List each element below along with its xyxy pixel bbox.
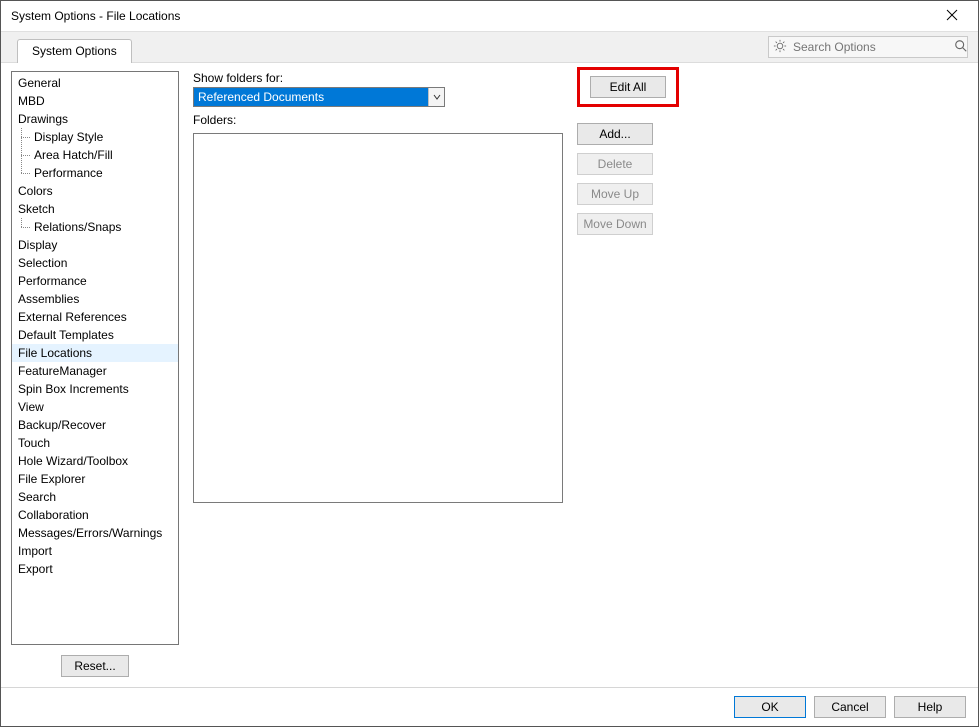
show-folders-label: Show folders for: bbox=[193, 71, 563, 85]
nav-item[interactable]: Drawings bbox=[12, 110, 178, 128]
nav-item[interactable]: Collaboration bbox=[12, 506, 178, 524]
nav-item[interactable]: Relations/Snaps bbox=[12, 218, 178, 236]
side-buttons: Edit All Add... Delete Move Up Move Down bbox=[577, 71, 679, 677]
nav-item[interactable]: Touch bbox=[12, 434, 178, 452]
dialog-footer: OK Cancel Help bbox=[1, 687, 978, 726]
window-title: System Options - File Locations bbox=[11, 9, 932, 23]
nav-item[interactable]: Import bbox=[12, 542, 178, 560]
content-area: General MBD Drawings Display Style Area … bbox=[1, 63, 978, 687]
nav-item[interactable]: FeatureManager bbox=[12, 362, 178, 380]
show-folders-dropdown[interactable]: Referenced Documents bbox=[193, 87, 445, 107]
form-column: Show folders for: Referenced Documents F… bbox=[193, 71, 563, 677]
nav-item[interactable]: MBD bbox=[12, 92, 178, 110]
add-button[interactable]: Add... bbox=[577, 123, 653, 145]
tab-bar: System Options bbox=[1, 31, 978, 63]
options-dialog: System Options - File Locations System O… bbox=[0, 0, 979, 727]
nav-item[interactable]: Export bbox=[12, 560, 178, 578]
nav-panel: General MBD Drawings Display Style Area … bbox=[11, 71, 179, 677]
nav-item[interactable]: Spin Box Increments bbox=[12, 380, 178, 398]
nav-item-file-locations[interactable]: File Locations bbox=[12, 344, 178, 362]
help-button[interactable]: Help bbox=[894, 696, 966, 718]
close-icon bbox=[946, 9, 958, 24]
search-box[interactable] bbox=[768, 36, 968, 58]
nav-item[interactable]: General bbox=[12, 74, 178, 92]
nav-item[interactable]: Backup/Recover bbox=[12, 416, 178, 434]
reset-button[interactable]: Reset... bbox=[61, 655, 129, 677]
move-down-button[interactable]: Move Down bbox=[577, 213, 653, 235]
nav-item[interactable]: Performance bbox=[12, 164, 178, 182]
tab-system-options[interactable]: System Options bbox=[17, 39, 132, 63]
delete-button[interactable]: Delete bbox=[577, 153, 653, 175]
nav-item[interactable]: Display bbox=[12, 236, 178, 254]
move-up-button[interactable]: Move Up bbox=[577, 183, 653, 205]
category-tree[interactable]: General MBD Drawings Display Style Area … bbox=[11, 71, 179, 645]
edit-all-button[interactable]: Edit All bbox=[590, 76, 666, 98]
folders-label: Folders: bbox=[193, 113, 563, 127]
nav-item[interactable]: View bbox=[12, 398, 178, 416]
main-panel: Show folders for: Referenced Documents F… bbox=[193, 71, 968, 677]
nav-item[interactable]: Display Style bbox=[12, 128, 178, 146]
edit-all-highlight: Edit All bbox=[577, 67, 679, 107]
nav-item[interactable]: Selection bbox=[12, 254, 178, 272]
chevron-down-icon bbox=[428, 88, 444, 106]
nav-item[interactable]: External References bbox=[12, 308, 178, 326]
nav-item[interactable]: File Explorer bbox=[12, 470, 178, 488]
nav-item[interactable]: Sketch bbox=[12, 200, 178, 218]
search-icon bbox=[954, 39, 968, 56]
nav-item[interactable]: Performance bbox=[12, 272, 178, 290]
nav-item[interactable]: Search bbox=[12, 488, 178, 506]
gear-icon bbox=[773, 39, 787, 56]
folders-listbox[interactable] bbox=[193, 133, 563, 503]
close-button[interactable] bbox=[932, 3, 972, 29]
nav-item[interactable]: Colors bbox=[12, 182, 178, 200]
ok-button[interactable]: OK bbox=[734, 696, 806, 718]
nav-item[interactable]: Messages/Errors/Warnings bbox=[12, 524, 178, 542]
nav-item[interactable]: Default Templates bbox=[12, 326, 178, 344]
titlebar: System Options - File Locations bbox=[1, 1, 978, 31]
search-input[interactable] bbox=[791, 39, 950, 55]
nav-item[interactable]: Area Hatch/Fill bbox=[12, 146, 178, 164]
cancel-button[interactable]: Cancel bbox=[814, 696, 886, 718]
dropdown-selected-value: Referenced Documents bbox=[194, 88, 428, 106]
nav-item[interactable]: Hole Wizard/Toolbox bbox=[12, 452, 178, 470]
nav-item[interactable]: Assemblies bbox=[12, 290, 178, 308]
